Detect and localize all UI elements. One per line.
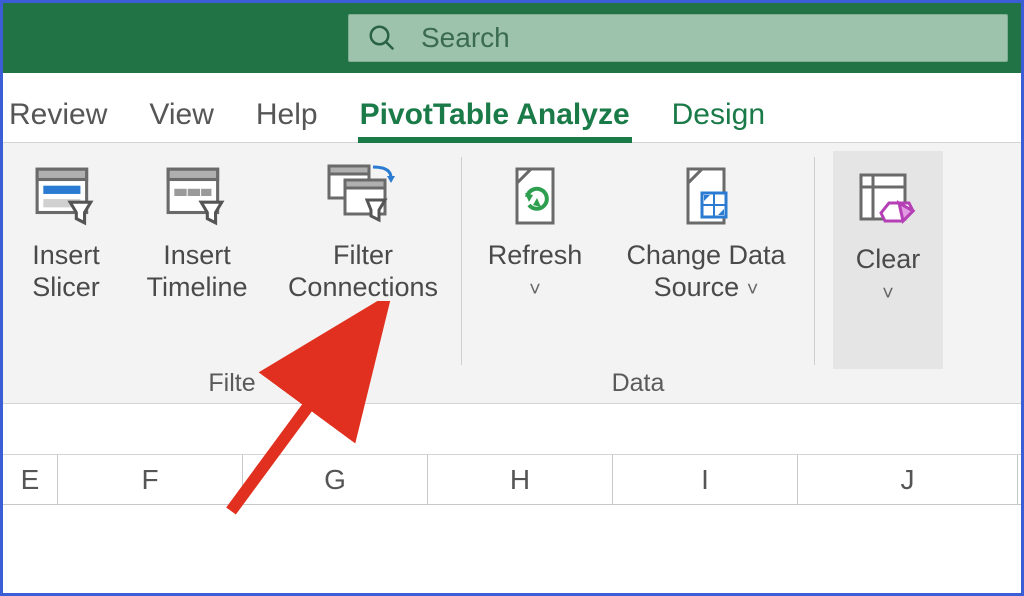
ribbon-tabs: Review View Help PivotTable Analyze Desi… (3, 73, 1021, 143)
chevron-down-icon: ˅ (529, 279, 541, 301)
change-data-source-label: Change Data Source ˅ (626, 239, 785, 304)
insert-timeline-label: Insert Timeline (146, 239, 247, 304)
clear-label: Clear ˅ (856, 243, 921, 308)
tab-pivottable-analyze[interactable]: PivotTable Analyze (358, 84, 632, 142)
filter-connections-label: Filter Connections (288, 239, 438, 304)
group-actions-label (833, 369, 943, 403)
title-bar: Search (3, 3, 1021, 73)
filter-connections-icon (325, 157, 401, 235)
refresh-icon (505, 157, 565, 235)
group-data: Refresh ˅ Change Data Sourc (462, 151, 814, 403)
column-header[interactable]: F (58, 455, 243, 504)
insert-timeline-button[interactable]: Insert Timeline (127, 151, 267, 369)
search-placeholder: Search (421, 22, 510, 54)
column-header[interactable]: E (3, 455, 58, 504)
tab-view[interactable]: View (147, 84, 215, 142)
search-box[interactable]: Search (348, 14, 1008, 62)
column-header[interactable]: J (798, 455, 1018, 504)
clear-icon (855, 161, 921, 239)
refresh-button[interactable]: Refresh ˅ (470, 151, 600, 369)
tab-design[interactable]: Design (670, 84, 767, 142)
chevron-down-icon: ˅ (747, 279, 759, 301)
insert-slicer-button[interactable]: Insert Slicer (11, 151, 121, 369)
tab-help[interactable]: Help (254, 84, 320, 142)
filter-connections-button[interactable]: Filter Connections (273, 151, 453, 369)
column-header[interactable]: I (613, 455, 798, 504)
slicer-icon (33, 157, 99, 235)
tab-review[interactable]: Review (7, 84, 109, 142)
column-header[interactable]: G (243, 455, 428, 504)
ribbon: Insert Slicer Insert Timeline (3, 143, 1021, 403)
search-icon (367, 23, 397, 53)
group-data-label: Data (470, 369, 806, 403)
clear-button[interactable]: Clear ˅ (833, 151, 943, 369)
column-headers: E F G H I J (3, 455, 1021, 505)
refresh-label: Refresh ˅ (488, 239, 583, 304)
group-actions: Clear ˅ (815, 151, 957, 403)
change-data-source-button[interactable]: Change Data Source ˅ (606, 151, 806, 369)
group-filter-label: Filte (11, 369, 453, 403)
chevron-down-icon: ˅ (882, 283, 894, 305)
formula-bar-area (3, 403, 1021, 455)
change-data-source-icon (676, 157, 736, 235)
timeline-icon (164, 157, 230, 235)
column-header[interactable]: H (428, 455, 613, 504)
group-filter: Insert Slicer Insert Timeline (3, 151, 461, 403)
insert-slicer-label: Insert Slicer (32, 239, 100, 304)
